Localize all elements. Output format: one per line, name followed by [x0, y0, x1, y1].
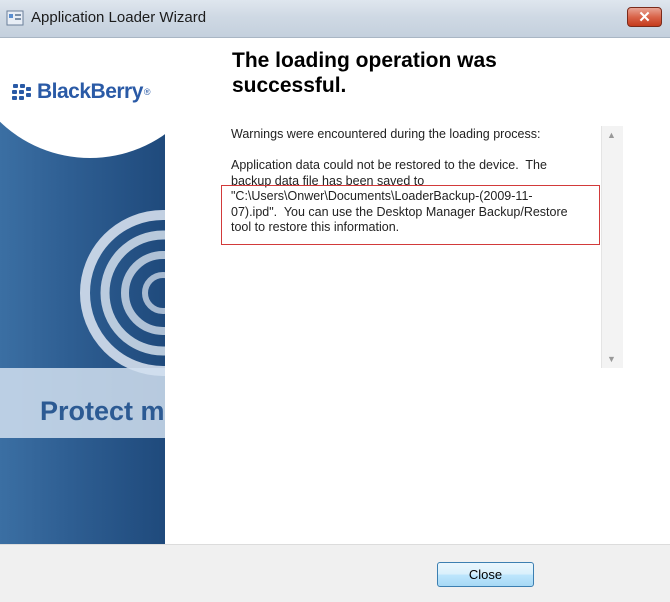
title-bar: Application Loader Wizard ✕	[0, 0, 670, 38]
close-icon: ✕	[638, 9, 651, 26]
highlight-box	[221, 185, 600, 245]
brand-panel: BlackBerry ® Protect m	[0, 38, 165, 544]
scroll-up-icon[interactable]: ▲	[607, 130, 616, 140]
blackberry-logo: BlackBerry ®	[12, 80, 151, 104]
swirl-graphic	[80, 210, 165, 376]
scrollbar[interactable]: ▲ ▼	[601, 126, 623, 368]
message-box[interactable]: Warnings were encountered during the loa…	[228, 124, 623, 368]
logo-text: BlackBerry	[37, 80, 143, 103]
app-icon	[6, 10, 24, 26]
message-line: Application data could not be restored t…	[231, 158, 547, 172]
window-title: Application Loader Wizard	[31, 9, 207, 26]
page-title: The loading operation was successful.	[232, 49, 497, 97]
close-button[interactable]: Close	[437, 562, 534, 587]
close-window-button[interactable]: ✕	[627, 7, 662, 27]
banner-text: Protect m	[40, 396, 165, 426]
message-line	[231, 143, 599, 159]
button-bar: Close	[0, 544, 670, 602]
scroll-down-icon[interactable]: ▼	[607, 354, 616, 364]
logo-registered: ®	[143, 87, 151, 97]
blackberry-logo-icon	[12, 84, 34, 100]
message-line: Warnings were encountered during the loa…	[231, 127, 541, 141]
wizard-body: BlackBerry ® Protect m The loading opera…	[0, 38, 670, 602]
